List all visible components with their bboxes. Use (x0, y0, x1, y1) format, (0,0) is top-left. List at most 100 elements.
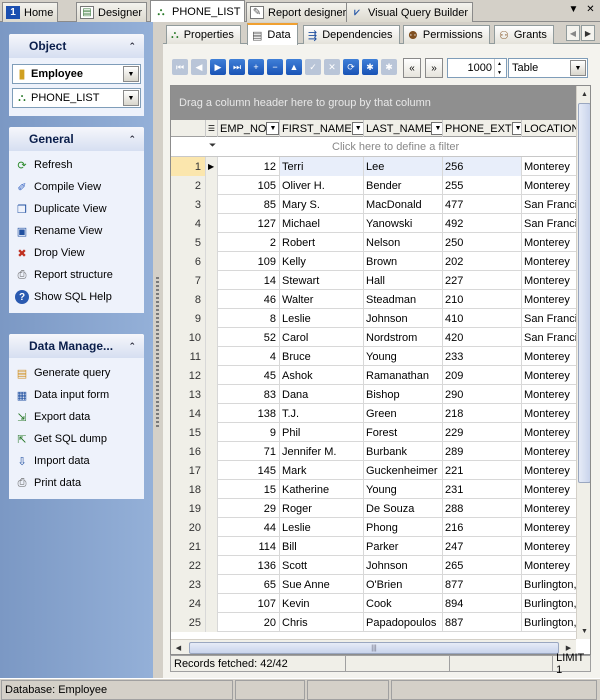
cell-emp-no[interactable]: 145 (218, 461, 280, 480)
vertical-scrollbar[interactable]: ▲ ▼ (576, 86, 590, 639)
cell-emp-no[interactable]: 138 (218, 404, 280, 423)
table-row[interactable]: 9 8 Leslie Johnson 410 San Franci (171, 309, 582, 328)
cell-location[interactable]: Monterey (522, 461, 582, 480)
cell-location[interactable]: Monterey (522, 404, 582, 423)
column-filter-dropdown[interactable]: ▼ (431, 122, 442, 135)
tab-visual-query-builder[interactable]: ⩗ Visual Query Builder (346, 2, 474, 22)
cell-last-name[interactable]: Nordstrom (364, 328, 443, 347)
header-first-name[interactable]: FIRST_NAME ▼ (280, 120, 364, 137)
cell-last-name[interactable]: Burbank (364, 442, 443, 461)
cell-location[interactable]: Monterey (522, 271, 582, 290)
table-row[interactable]: 15 9 Phil Forest 229 Monterey (171, 423, 582, 442)
apply-filter-button[interactable]: ✱ (362, 59, 378, 75)
table-row[interactable]: 19 29 Roger De Souza 288 Monterey (171, 499, 582, 518)
table-row[interactable]: 4 127 Michael Yanowski 492 San Franci (171, 214, 582, 233)
task-import-data[interactable]: ⇩ Import data (12, 450, 141, 472)
tab-phone-list[interactable]: ⛬ PHONE_LIST (150, 0, 246, 23)
cell-phone-ext[interactable]: 210 (443, 290, 522, 309)
cell-emp-no[interactable]: 44 (218, 518, 280, 537)
table-row[interactable]: 20 44 Leslie Phong 216 Monterey (171, 518, 582, 537)
last-record-button[interactable]: ⏭ (229, 59, 245, 75)
column-filter-dropdown[interactable]: ▼ (351, 122, 363, 135)
cell-emp-no[interactable]: 105 (218, 176, 280, 195)
cell-first-name[interactable]: Terri (280, 157, 364, 176)
cell-phone-ext[interactable]: 290 (443, 385, 522, 404)
cell-first-name[interactable]: Sue Anne (280, 575, 364, 594)
cell-emp-no[interactable]: 2 (218, 233, 280, 252)
cell-emp-no[interactable]: 12 (218, 157, 280, 176)
horizontal-scroll-thumb[interactable]: ||| (189, 642, 559, 654)
cell-phone-ext[interactable]: 477 (443, 195, 522, 214)
edit-record-button[interactable]: ▲ (286, 59, 302, 75)
column-filter-dropdown[interactable]: ▼ (266, 122, 279, 135)
filter-row[interactable]: ⏷ Click here to define a filter (171, 137, 576, 157)
task-export-data[interactable]: ⇲ Export data (12, 406, 141, 428)
cell-emp-no[interactable]: 109 (218, 252, 280, 271)
cell-first-name[interactable]: Scott (280, 556, 364, 575)
table-row[interactable]: 25 20 Chris Papadopoulos 887 Burlington, (171, 613, 582, 632)
table-row[interactable]: 18 15 Katherine Young 231 Monterey (171, 480, 582, 499)
cell-emp-no[interactable]: 71 (218, 442, 280, 461)
cell-location[interactable]: San Franci (522, 309, 582, 328)
cell-phone-ext[interactable]: 221 (443, 461, 522, 480)
pane-splitter[interactable] (153, 22, 163, 678)
cell-location[interactable]: Monterey (522, 518, 582, 537)
cell-location[interactable]: Burlington, (522, 613, 582, 632)
cell-phone-ext[interactable]: 256 (443, 157, 522, 176)
cell-phone-ext[interactable]: 250 (443, 233, 522, 252)
table-row[interactable]: 7 14 Stewart Hall 227 Monterey (171, 271, 582, 290)
cell-first-name[interactable]: Stewart (280, 271, 364, 290)
cell-location[interactable]: Monterey (522, 176, 582, 195)
cell-emp-no[interactable]: 45 (218, 366, 280, 385)
header-phone-ext[interactable]: PHONE_EXT ▼ (443, 120, 522, 137)
cell-location[interactable]: Monterey (522, 366, 582, 385)
scroll-left-arrow[interactable]: ◀ (171, 640, 186, 654)
clear-filter-button[interactable]: ✱ (381, 59, 397, 75)
cell-last-name[interactable]: Cook (364, 594, 443, 613)
cell-last-name[interactable]: Hall (364, 271, 443, 290)
cell-location[interactable]: San Franci (522, 195, 582, 214)
object-panel-header[interactable]: Object ⌃ (9, 34, 144, 58)
tab-report-designer[interactable]: ✎ Report designer (246, 2, 352, 22)
table-row[interactable]: 22 136 Scott Johnson 265 Monterey (171, 556, 582, 575)
task-duplicate-view[interactable]: ❐ Duplicate View (12, 198, 141, 220)
cell-location[interactable]: Monterey (522, 537, 582, 556)
chevron-down-icon[interactable]: ▼ (123, 90, 139, 106)
cell-last-name[interactable]: Phong (364, 518, 443, 537)
table-row[interactable]: 11 4 Bruce Young 233 Monterey (171, 347, 582, 366)
cell-last-name[interactable]: Ramanathan (364, 366, 443, 385)
cell-last-name[interactable]: Johnson (364, 309, 443, 328)
task-drop-view[interactable]: ✖ Drop View (12, 242, 141, 264)
task-show-sql-help[interactable]: ? Show SQL Help (12, 286, 141, 308)
cell-emp-no[interactable]: 14 (218, 271, 280, 290)
tab-home[interactable]: 1 Home (2, 2, 59, 22)
cell-last-name[interactable]: Lee (364, 157, 443, 176)
table-row[interactable]: 6 109 Kelly Brown 202 Monterey (171, 252, 582, 271)
table-row[interactable]: 3 85 Mary S. MacDonald 477 San Franci (171, 195, 582, 214)
cell-last-name[interactable]: Green (364, 404, 443, 423)
header-last-name[interactable]: LAST_NAME ▼ (364, 120, 443, 137)
view-selector[interactable]: ⛬ PHONE_LIST ▼ (12, 88, 141, 108)
table-row[interactable]: 14 138 T.J. Green 218 Monterey (171, 404, 582, 423)
table-row[interactable]: 1 ▶ 12 Terri Lee 256 Monterey (171, 157, 582, 176)
cell-first-name[interactable]: Ashok (280, 366, 364, 385)
cell-phone-ext[interactable]: 492 (443, 214, 522, 233)
cell-last-name[interactable]: MacDonald (364, 195, 443, 214)
cell-phone-ext[interactable]: 233 (443, 347, 522, 366)
cancel-edit-button[interactable]: ✕ (324, 59, 340, 75)
tab-properties[interactable]: ⛬ Properties (166, 25, 241, 44)
cell-location[interactable]: Monterey (522, 347, 582, 366)
task-data-input-form[interactable]: ▦ Data input form (12, 384, 141, 406)
cell-first-name[interactable]: Bill (280, 537, 364, 556)
chevron-down-icon[interactable]: ▼ (570, 60, 586, 76)
next-record-button[interactable]: ▶ (210, 59, 226, 75)
cell-first-name[interactable]: Carol (280, 328, 364, 347)
cell-first-name[interactable]: Katherine (280, 480, 364, 499)
cell-last-name[interactable]: Nelson (364, 233, 443, 252)
cell-first-name[interactable]: T.J. (280, 404, 364, 423)
table-row[interactable]: 10 52 Carol Nordstrom 420 San Franci (171, 328, 582, 347)
cell-location[interactable]: Burlington, (522, 575, 582, 594)
cell-emp-no[interactable]: 85 (218, 195, 280, 214)
tab-data[interactable]: ▤ Data (247, 23, 298, 45)
cell-last-name[interactable]: Steadman (364, 290, 443, 309)
